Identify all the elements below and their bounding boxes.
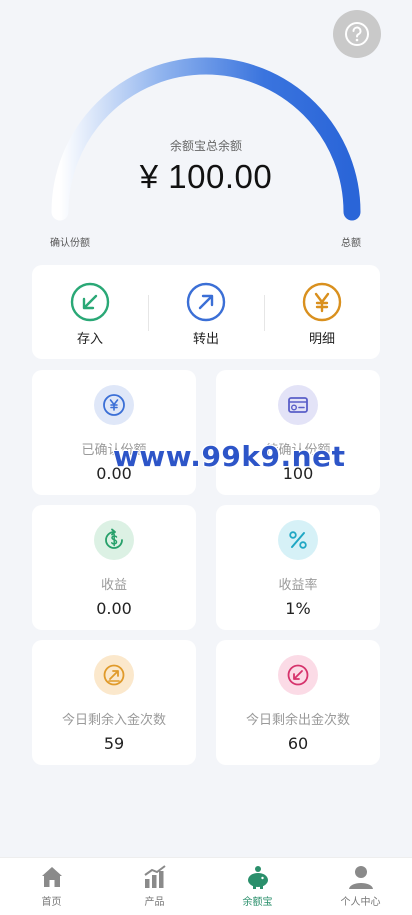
arrow-down-left-icon [70,282,110,322]
tab-profile-label: 个人中心 [340,897,381,908]
user-icon [348,866,373,889]
earnings-card: 收益 0.00 [32,505,196,630]
watermark-text: www.99k9.net [113,440,346,473]
yield-rate-card: 收益率 1% [216,505,380,630]
yen-icon [302,282,342,322]
deposit-label: 存入 [76,332,103,347]
withdraw-count-card: 今日剩余出金次数 60 [216,640,380,765]
deposit-count-card: 今日剩余入金次数 59 [32,640,196,765]
details-label: 明细 [308,332,335,347]
deposit-button[interactable]: 存入 [32,265,148,359]
deposit-count-icon [94,655,134,695]
yield-rate-value: 1% [285,599,311,618]
bottom-tab-bar: 首页 产品 余额宝 个人中心 [0,857,412,915]
earnings-value: 0.00 [96,599,132,618]
deposit-count-label: 今日剩余入金次数 [61,713,166,728]
confirmed-share-card: 已确认份额 0.00 [32,370,196,495]
withdraw-count-label: 今日剩余出金次数 [245,713,350,728]
pending-share-card: 待确认份额 100 [216,370,380,495]
gauge-title: 余额宝总余额 [169,139,242,153]
piggy-bank-icon [247,866,268,889]
deposit-count-value: 59 [103,734,125,753]
wallet-card-icon [278,385,318,425]
home-icon [41,867,62,887]
arrow-up-right-icon [186,282,226,322]
yen-coin-icon [94,385,134,425]
withdraw-count-value: 60 [287,734,309,753]
earnings-label: 收益 [100,578,127,593]
details-button[interactable]: 明细 [264,265,380,359]
withdraw-count-icon [278,655,318,695]
withdraw-label: 转出 [192,332,219,347]
balance-gauge [51,57,361,221]
action-panel: 存入 转出 明细 [32,265,380,359]
tab-products[interactable]: 产品 [103,858,206,915]
gauge-right-label: 总额 [341,238,361,249]
total-balance-amount: ¥ 100.00 [139,158,273,195]
withdraw-button[interactable]: 转出 [148,265,264,359]
tab-products-label: 产品 [144,897,165,908]
dollar-refresh-icon [94,520,134,560]
tab-home[interactable]: 首页 [0,858,103,915]
tab-profile[interactable]: 个人中心 [309,858,412,915]
tab-yuebao[interactable]: 余额宝 [206,858,309,915]
tab-home-label: 首页 [41,897,62,908]
tab-yuebao-label: 余额宝 [242,897,273,908]
chart-bars-icon [143,865,166,888]
yield-rate-label: 收益率 [278,578,318,593]
gauge-left-label: 确认份额 [50,238,90,249]
percent-icon [278,520,318,560]
